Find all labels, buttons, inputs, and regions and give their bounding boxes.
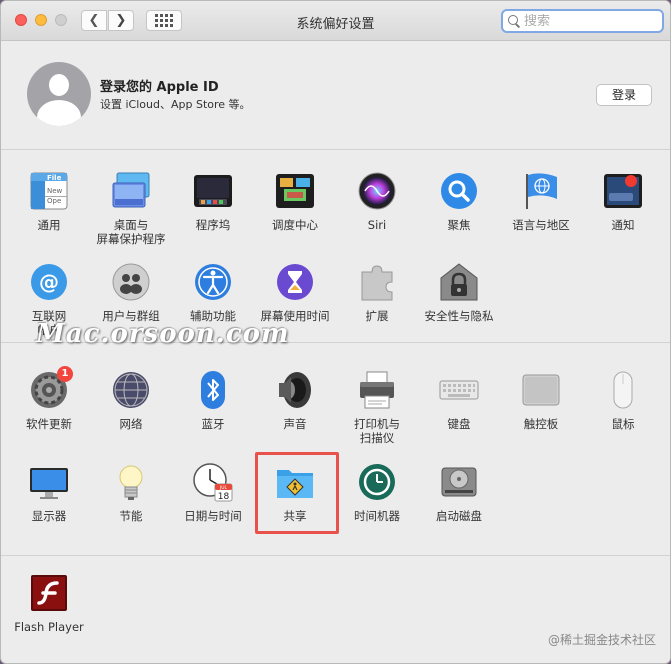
pref-label: 聚焦 <box>447 218 471 232</box>
displays-icon <box>29 462 69 502</box>
flash-player-icon <box>29 573 69 613</box>
update-badge: 1 <box>57 366 73 382</box>
siri-icon <box>357 171 397 211</box>
notifications-icon <box>603 171 643 211</box>
sound-icon <box>275 370 315 410</box>
apple-id-subtitle: 设置 iCloud、App Store 等。 <box>100 98 251 111</box>
pref-energy-saver[interactable]: 节能 <box>90 462 172 523</box>
pref-label: 语言与地区 <box>512 218 570 232</box>
pref-spotlight[interactable]: 聚焦 <box>418 171 500 232</box>
security-privacy-icon <box>439 262 479 302</box>
pref-label: 显示器 <box>31 509 67 523</box>
preferences-section-personal: File New Ope 通用 桌面与 屏幕保护程序 程序坞 调度中心 Siri… <box>1 151 670 343</box>
startup-disk-icon <box>439 462 479 502</box>
accessibility-icon <box>193 262 233 302</box>
extensions-icon <box>357 262 397 302</box>
desktop-icon <box>111 171 151 211</box>
pref-general[interactable]: File New Ope 通用 <box>8 171 90 232</box>
energy-saver-icon <box>111 462 151 502</box>
mouse-icon <box>603 370 643 410</box>
keyboard-icon <box>439 370 479 410</box>
pref-trackpad[interactable]: 触控板 <box>500 370 582 431</box>
pref-mission-control[interactable]: 调度中心 <box>254 171 336 232</box>
pref-label: 启动磁盘 <box>436 509 482 523</box>
general-icon-line3: Ope <box>47 197 61 205</box>
pref-software-update[interactable]: 1 软件更新 <box>8 366 90 431</box>
general-icon-line2: New <box>47 187 63 195</box>
credit-text: @稀土掘金技术社区 <box>547 633 656 647</box>
pref-screen-time[interactable]: 屏幕使用时间 <box>254 262 336 323</box>
avatar <box>27 62 91 126</box>
pref-security-privacy[interactable]: 安全性与隐私 <box>418 262 500 323</box>
title-bar: ❮ ❯ 系统偏好设置 <box>1 1 670 41</box>
internet-accounts-icon: @ <box>29 262 69 302</box>
sharing-highlight-box <box>255 452 339 534</box>
pref-label: 通用 <box>37 218 61 232</box>
search-icon <box>508 15 520 27</box>
pref-keyboard[interactable]: 键盘 <box>418 370 500 431</box>
pref-network[interactable]: 网络 <box>90 370 172 431</box>
pref-label: 软件更新 <box>26 417 72 431</box>
pref-dock[interactable]: 程序坞 <box>172 171 254 232</box>
pref-label: 网络 <box>119 417 143 431</box>
software-update-icon: 1 <box>29 366 73 410</box>
calendar-day: 18 <box>218 492 230 502</box>
calendar-month: JUL <box>219 485 228 491</box>
pref-date-time[interactable]: JUL 18 日期与时间 <box>172 462 254 523</box>
login-button[interactable]: 登录 <box>596 84 652 106</box>
pref-label: 扩展 <box>365 309 389 323</box>
pref-label: 触控板 <box>523 417 559 431</box>
pref-label: 日期与时间 <box>184 509 242 523</box>
pref-label: 通知 <box>611 218 635 232</box>
language-region-icon <box>521 171 561 211</box>
apple-id-section: 登录您的 Apple ID 设置 iCloud、App Store 等。 登录 <box>1 42 670 150</box>
users-groups-icon <box>111 262 151 302</box>
dock-icon <box>193 171 233 211</box>
pref-extensions[interactable]: 扩展 <box>336 262 418 323</box>
pref-bluetooth[interactable]: 蓝牙 <box>172 370 254 431</box>
general-icon: File New Ope <box>29 171 69 211</box>
pref-label: 程序坞 <box>195 218 231 232</box>
network-icon <box>111 370 151 410</box>
general-icon-line1: File <box>47 174 62 182</box>
apple-id-title: 登录您的 Apple ID <box>100 80 219 95</box>
pref-label: Flash Player <box>14 620 84 634</box>
svg-text:@: @ <box>39 270 59 294</box>
pref-time-machine[interactable]: 时间机器 <box>336 462 418 523</box>
mission-control-icon <box>275 171 315 211</box>
pref-siri[interactable]: Siri <box>336 171 418 232</box>
screen-time-icon <box>275 262 315 302</box>
pref-label: 蓝牙 <box>201 417 225 431</box>
pref-label: 打印机与 扫描仪 <box>354 417 400 445</box>
search-input[interactable] <box>524 13 654 29</box>
pref-label: 时间机器 <box>354 509 400 523</box>
spotlight-icon <box>439 171 479 211</box>
printers-icon <box>357 370 397 410</box>
pref-mouse[interactable]: 鼠标 <box>582 370 664 431</box>
pref-desktop-screensaver[interactable]: 桌面与 屏幕保护程序 <box>90 171 172 246</box>
system-preferences-window: ❮ ❯ 系统偏好设置 登录您的 Apple ID 设置 iCloud、App S… <box>0 0 671 664</box>
pref-printers-scanners[interactable]: 打印机与 扫描仪 <box>336 370 418 445</box>
pref-label: 节能 <box>119 509 143 523</box>
pref-users-groups[interactable]: 用户与群组 <box>90 262 172 323</box>
pref-language-region[interactable]: 语言与地区 <box>500 171 582 232</box>
pref-label: Siri <box>367 218 387 232</box>
pref-label: 鼠标 <box>611 417 635 431</box>
date-time-icon: JUL 18 <box>193 462 233 502</box>
pref-flash-player[interactable]: Flash Player <box>8 573 90 634</box>
pref-displays[interactable]: 显示器 <box>8 462 90 523</box>
time-machine-icon <box>357 462 397 502</box>
pref-accessibility[interactable]: 辅助功能 <box>172 262 254 323</box>
pref-notifications[interactable]: 通知 <box>582 171 664 232</box>
pref-label: 键盘 <box>447 417 471 431</box>
bluetooth-icon <box>193 370 233 410</box>
pref-startup-disk[interactable]: 启动磁盘 <box>418 462 500 523</box>
pref-label: 声音 <box>283 417 307 431</box>
pref-label: 调度中心 <box>272 218 318 232</box>
pref-label: 桌面与 屏幕保护程序 <box>96 218 166 246</box>
search-field[interactable] <box>501 9 664 33</box>
pref-sound[interactable]: 声音 <box>254 370 336 431</box>
trackpad-icon <box>521 370 561 410</box>
pref-label: 安全性与隐私 <box>424 309 494 323</box>
